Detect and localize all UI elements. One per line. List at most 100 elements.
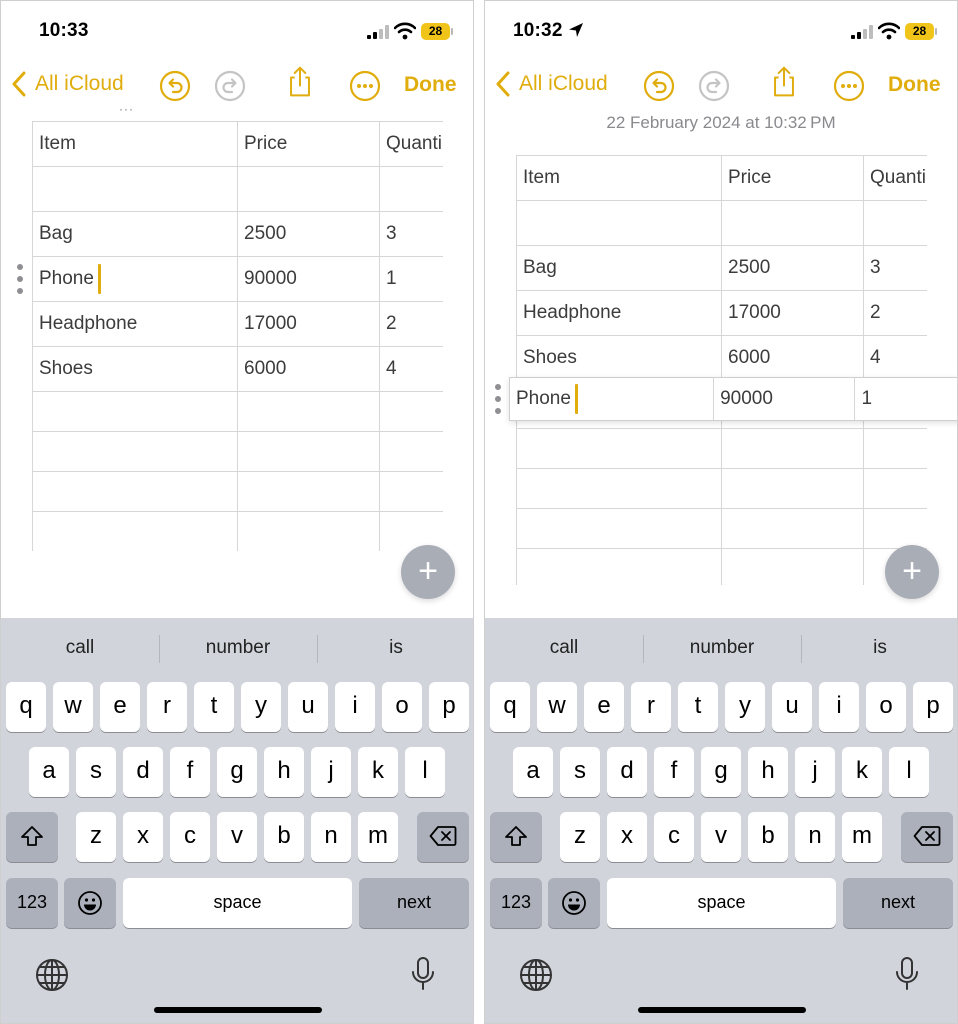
table-cell[interactable] [379, 166, 443, 212]
table-cell[interactable]: 4 [379, 346, 443, 392]
key-c[interactable]: c [170, 812, 210, 862]
table-cell[interactable]: 2 [379, 301, 443, 347]
key-w[interactable]: w [53, 682, 93, 732]
table-cell[interactable]: 90000 [237, 256, 380, 302]
prediction-suggestion[interactable]: number [643, 618, 801, 676]
key-w[interactable]: w [537, 682, 577, 732]
table-cell[interactable] [516, 508, 722, 549]
table-header-cell[interactable]: Item [516, 155, 722, 201]
table-cell[interactable] [237, 471, 380, 512]
key-e[interactable]: e [584, 682, 624, 732]
table-header-cell[interactable]: Quanti [863, 155, 927, 201]
table-cell[interactable]: 2500 [721, 245, 864, 291]
key-c[interactable]: c [654, 812, 694, 862]
table-cell[interactable]: Shoes [32, 346, 238, 392]
prediction-suggestion[interactable]: call [1, 618, 159, 676]
table-cell[interactable]: Headphone [516, 290, 722, 336]
key-r[interactable]: r [631, 682, 671, 732]
table-cell[interactable]: 6000 [721, 335, 864, 381]
table-cell[interactable] [863, 200, 927, 246]
table-header-cell[interactable]: Price [237, 121, 380, 167]
table-cell[interactable]: Shoes [516, 335, 722, 381]
table-header-cell[interactable]: Item [32, 121, 238, 167]
undo-icon[interactable] [642, 69, 676, 103]
row-drag-handle-icon[interactable] [16, 264, 24, 294]
key-y[interactable]: y [725, 682, 765, 732]
key-k[interactable]: k [842, 747, 882, 797]
table-cell[interactable]: Bag [32, 211, 238, 257]
table-cell[interactable] [721, 548, 864, 585]
table-cell[interactable] [721, 200, 864, 246]
key-q[interactable]: q [6, 682, 46, 732]
key-d[interactable]: d [607, 747, 647, 797]
table-cell[interactable] [379, 471, 443, 512]
key-s[interactable]: s [76, 747, 116, 797]
table-cell[interactable]: 17000 [237, 301, 380, 347]
microphone-icon[interactable] [894, 956, 920, 992]
dragging-row[interactable]: Phone 90000 1 [509, 377, 957, 421]
table-cell[interactable] [863, 508, 927, 549]
table-cell[interactable]: 1 [855, 378, 957, 420]
key-a[interactable]: a [29, 747, 69, 797]
shift-key[interactable] [6, 812, 58, 862]
table-cell[interactable]: Bag [516, 245, 722, 291]
key-g[interactable]: g [217, 747, 257, 797]
key-x[interactable]: x [123, 812, 163, 862]
key-z[interactable]: z [560, 812, 600, 862]
table-cell[interactable]: 4 [863, 335, 927, 381]
table-cell[interactable] [32, 511, 238, 551]
table-cell[interactable] [516, 468, 722, 509]
emoji-key[interactable] [64, 878, 116, 928]
key-n[interactable]: n [795, 812, 835, 862]
key-l[interactable]: l [889, 747, 929, 797]
table-header-cell[interactable]: Price [721, 155, 864, 201]
add-row-button[interactable]: + [885, 545, 939, 599]
more-icon[interactable] [832, 69, 866, 103]
numbers-key[interactable]: 123 [6, 878, 58, 928]
key-a[interactable]: a [513, 747, 553, 797]
key-m[interactable]: m [358, 812, 398, 862]
table-cell[interactable]: 90000 [714, 378, 856, 420]
key-m[interactable]: m [842, 812, 882, 862]
backspace-key[interactable] [901, 812, 953, 862]
table-cell[interactable] [379, 431, 443, 472]
key-t[interactable]: t [678, 682, 718, 732]
key-q[interactable]: q [490, 682, 530, 732]
globe-icon[interactable] [519, 958, 553, 992]
key-d[interactable]: d [123, 747, 163, 797]
next-key[interactable]: next [359, 878, 469, 928]
key-o[interactable]: o [866, 682, 906, 732]
key-b[interactable]: b [264, 812, 304, 862]
backspace-key[interactable] [417, 812, 469, 862]
key-k[interactable]: k [358, 747, 398, 797]
add-row-button[interactable]: + [401, 545, 455, 599]
row-drag-handle-icon[interactable] [494, 384, 502, 414]
table-cell[interactable] [237, 166, 380, 212]
prediction-suggestion[interactable]: is [317, 618, 473, 676]
table-cell[interactable] [32, 431, 238, 472]
table-cell[interactable] [863, 428, 927, 469]
share-icon[interactable] [767, 65, 801, 99]
share-icon[interactable] [283, 65, 317, 99]
table-cell-editing[interactable]: Phone [510, 378, 715, 420]
key-n[interactable]: n [311, 812, 351, 862]
table-cell[interactable]: 1 [379, 256, 443, 302]
key-g[interactable]: g [701, 747, 741, 797]
table-cell[interactable] [32, 391, 238, 432]
back-button[interactable]: All iCloud [495, 71, 608, 97]
numbers-key[interactable]: 123 [490, 878, 542, 928]
key-p[interactable]: p [913, 682, 953, 732]
more-icon[interactable] [348, 69, 382, 103]
table-cell[interactable] [721, 508, 864, 549]
key-x[interactable]: x [607, 812, 647, 862]
table-cell[interactable]: 3 [863, 245, 927, 291]
key-l[interactable]: l [405, 747, 445, 797]
key-h[interactable]: h [748, 747, 788, 797]
back-button[interactable]: All iCloud [11, 71, 124, 97]
space-key[interactable]: space [607, 878, 836, 928]
key-u[interactable]: u [288, 682, 328, 732]
table-cell[interactable] [32, 471, 238, 512]
table-cell[interactable] [516, 428, 722, 469]
prediction-suggestion[interactable]: is [801, 618, 957, 676]
table-cell[interactable]: 17000 [721, 290, 864, 336]
